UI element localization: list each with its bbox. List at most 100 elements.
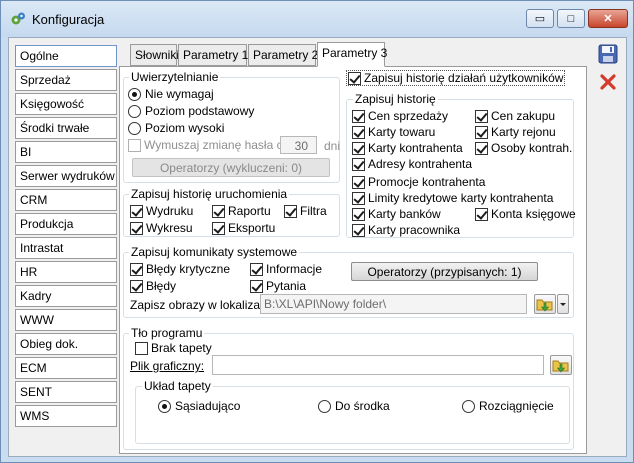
radio-button[interactable] <box>318 399 331 413</box>
checkbox[interactable] <box>475 207 488 221</box>
launch-wydruku-checkbox[interactable]: Wydruku <box>130 204 193 218</box>
radio-button[interactable] <box>128 104 141 118</box>
sidebar-item-sent[interactable]: SENT <box>15 381 117 403</box>
cancel-button[interactable] <box>596 70 620 94</box>
browse-graphic-button[interactable] <box>550 355 572 375</box>
force-password-change-label: Wymuszaj zmianę hasła co <box>144 138 290 152</box>
history-karty-pracownika-checkbox[interactable]: Karty pracownika <box>352 223 460 237</box>
history-karty-rejonu-checkbox[interactable]: Karty rejonu <box>475 125 556 139</box>
checkbox[interactable] <box>348 71 361 85</box>
checkbox[interactable] <box>250 279 263 293</box>
checkbox-label: Karty kontrahenta <box>368 141 463 155</box>
checkbox[interactable] <box>212 221 225 235</box>
title-bar[interactable]: Konfiguracja ▭ □ ✕ <box>1 1 633 37</box>
msg-informacje-checkbox[interactable]: Informacje <box>250 262 322 276</box>
sidebar-item-intrastat[interactable]: Intrastat <box>15 237 117 259</box>
save-button[interactable] <box>596 42 620 66</box>
checkbox-label: Błędy <box>146 279 177 293</box>
sidebar-item-kadry[interactable]: Kadry <box>15 285 117 307</box>
checkbox[interactable] <box>352 207 365 221</box>
sidebar-item-hr[interactable]: HR <box>15 261 117 283</box>
history-karty-towaru-checkbox[interactable]: Karty towaru <box>352 125 435 139</box>
save-images-path-input[interactable]: B:\XL\API\Nowy folder\ <box>260 294 527 314</box>
checkbox[interactable] <box>284 204 297 218</box>
checkbox[interactable] <box>352 157 365 171</box>
layout-option-center[interactable]: Do środka <box>318 399 390 413</box>
tab-parametry-3[interactable]: Parametry 3 <box>317 42 387 67</box>
system-messages-title: Zapisuj komunikaty systemowe <box>129 245 300 259</box>
sidebar-item-serwer-wydrukow[interactable]: Serwer wydruków <box>15 165 117 187</box>
auth-option-label: Nie wymagaj <box>145 87 214 101</box>
checkbox[interactable] <box>130 204 143 218</box>
log-user-actions-checkbox[interactable]: Zapisuj historię działań użytkowników <box>346 70 566 86</box>
checkbox[interactable] <box>352 191 365 205</box>
launch-raportu-checkbox[interactable]: Raportu <box>212 204 271 218</box>
sidebar-item-www[interactable]: WWW <box>15 309 117 331</box>
browse-folder-button[interactable] <box>534 294 556 314</box>
checkbox[interactable] <box>250 262 263 276</box>
radio-button[interactable] <box>128 87 141 101</box>
checkbox[interactable] <box>475 109 488 123</box>
history-limity-checkbox[interactable]: Limity kredytowe karty kontrahenta <box>352 191 553 205</box>
tab-parametry-1[interactable]: Parametry 1 <box>178 44 248 66</box>
sidebar-item-bi[interactable]: BI <box>15 141 117 163</box>
history-adresy-kontrahenta-checkbox[interactable]: Adresy kontrahenta <box>352 157 472 171</box>
checkbox[interactable] <box>135 341 148 355</box>
launch-wykresu-checkbox[interactable]: Wykresu <box>130 221 193 235</box>
history-osoby-kontrah-checkbox[interactable]: Osoby kontrah. <box>475 141 572 155</box>
checkbox[interactable] <box>475 141 488 155</box>
graphic-file-input[interactable] <box>212 355 544 375</box>
checkbox[interactable] <box>475 125 488 139</box>
history-promocje-kontrahenta-checkbox[interactable]: Promocje kontrahenta <box>352 175 485 189</box>
tab-slowniki[interactable]: Słowniki <box>130 44 179 66</box>
auth-option-basic[interactable]: Poziom podstawowy <box>128 104 254 118</box>
checkbox[interactable] <box>352 175 365 189</box>
layout-option-tile[interactable]: Sąsiadująco <box>158 399 240 413</box>
excluded-operators-button[interactable]: Operatorzy (wykluczeni: 0) <box>132 158 330 177</box>
history-karty-bankow-checkbox[interactable]: Karty banków <box>352 207 441 221</box>
checkbox[interactable] <box>130 279 143 293</box>
history-karty-kontrahenta-checkbox[interactable]: Karty kontrahenta <box>352 141 463 155</box>
sidebar-item-obieg-dok[interactable]: Obieg dok. <box>15 333 117 355</box>
checkbox[interactable] <box>130 262 143 276</box>
sidebar-item-ecm[interactable]: ECM <box>15 357 117 379</box>
checkbox[interactable] <box>130 221 143 235</box>
launch-eksportu-checkbox[interactable]: Eksportu <box>212 221 275 235</box>
layout-option-stretch[interactable]: Rozciągnięcie <box>462 399 554 413</box>
password-days-input[interactable]: 30 <box>280 136 317 154</box>
history-konta-ksiegowe-checkbox[interactable]: Konta księgowe <box>475 207 576 221</box>
auth-option-high[interactable]: Poziom wysoki <box>128 121 224 135</box>
history-cen-zakupu-checkbox[interactable]: Cen zakupu <box>475 109 555 123</box>
msg-bledy-krytyczne-checkbox[interactable]: Błędy krytyczne <box>130 262 230 276</box>
minimize-icon: ▭ <box>534 13 546 25</box>
checkbox[interactable] <box>352 141 365 155</box>
sidebar-item-ogolne[interactable]: Ogólne <box>15 45 117 67</box>
radio-button[interactable] <box>128 121 141 135</box>
browse-dropdown-button[interactable] <box>557 294 569 314</box>
assigned-operators-button[interactable]: Operatorzy (przypisanych: 1) <box>351 262 538 281</box>
checkbox[interactable] <box>128 138 141 152</box>
radio-button[interactable] <box>158 399 171 413</box>
checkbox[interactable] <box>352 223 365 237</box>
close-button[interactable]: ✕ <box>588 9 628 28</box>
sidebar-item-produkcja[interactable]: Produkcja <box>15 213 117 235</box>
sidebar-item-srodki-trwale[interactable]: Środki trwałe <box>15 117 117 139</box>
auth-option-none[interactable]: Nie wymagaj <box>128 87 214 101</box>
sidebar-item-wms[interactable]: WMS <box>15 405 117 427</box>
radio-button[interactable] <box>462 399 475 413</box>
msg-pytania-checkbox[interactable]: Pytania <box>250 279 306 293</box>
launch-filtra-checkbox[interactable]: Filtra <box>284 204 327 218</box>
minimize-button[interactable]: ▭ <box>526 9 554 28</box>
tab-parametry-2[interactable]: Parametry 2 <box>248 44 318 66</box>
force-password-change-checkbox[interactable]: Wymuszaj zmianę hasła co <box>128 138 289 152</box>
sidebar-item-crm[interactable]: CRM <box>15 189 117 211</box>
history-cen-sprzedazy-checkbox[interactable]: Cen sprzedaży <box>352 109 448 123</box>
sidebar-item-sprzedaz[interactable]: Sprzedaż <box>15 69 117 91</box>
checkbox[interactable] <box>352 125 365 139</box>
maximize-button[interactable]: □ <box>557 9 585 28</box>
msg-bledy-checkbox[interactable]: Błędy <box>130 279 176 293</box>
checkbox[interactable] <box>212 204 225 218</box>
checkbox[interactable] <box>352 109 365 123</box>
sidebar-item-ksiegowosc[interactable]: Księgowość <box>15 93 117 115</box>
no-wallpaper-checkbox[interactable]: Brak tapety <box>135 341 212 355</box>
